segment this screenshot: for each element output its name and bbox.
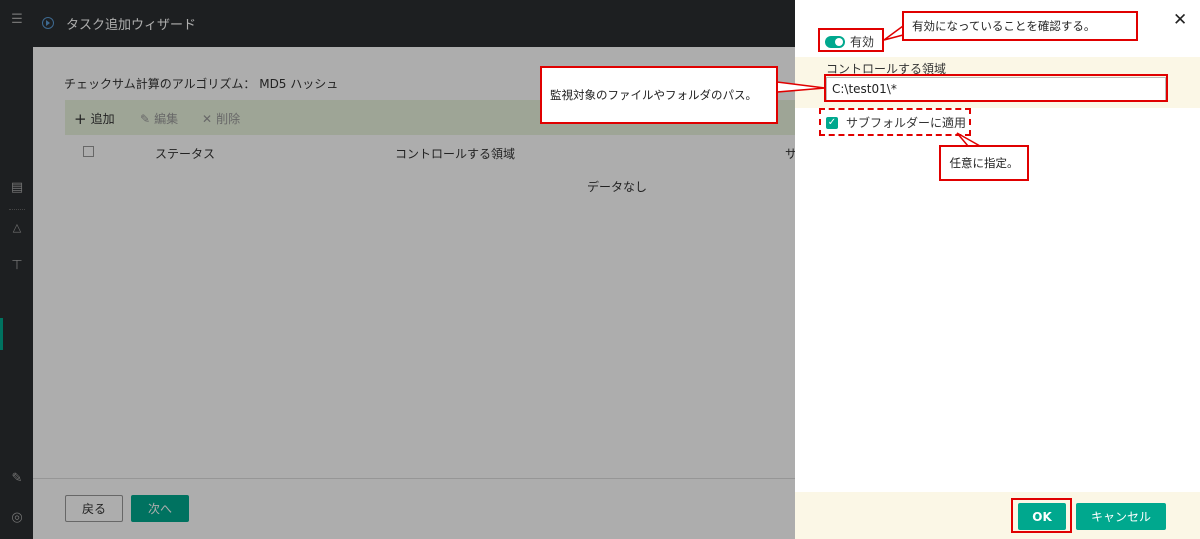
highlight-ok [1011,498,1072,533]
cancel-button[interactable]: キャンセル [1076,503,1166,530]
path-callout: 監視対象のファイルやフォルダのパス。 [540,66,778,124]
subfolder-callout: 任意に指定。 [939,145,1029,181]
panel-footer: OK キャンセル [795,492,1200,539]
close-icon[interactable]: ✕ [1173,10,1187,30]
highlight-enabled [818,28,884,52]
highlight-subfolder [819,108,971,136]
highlight-path [824,74,1168,102]
enabled-callout: 有効になっていることを確認する。 [902,11,1138,41]
